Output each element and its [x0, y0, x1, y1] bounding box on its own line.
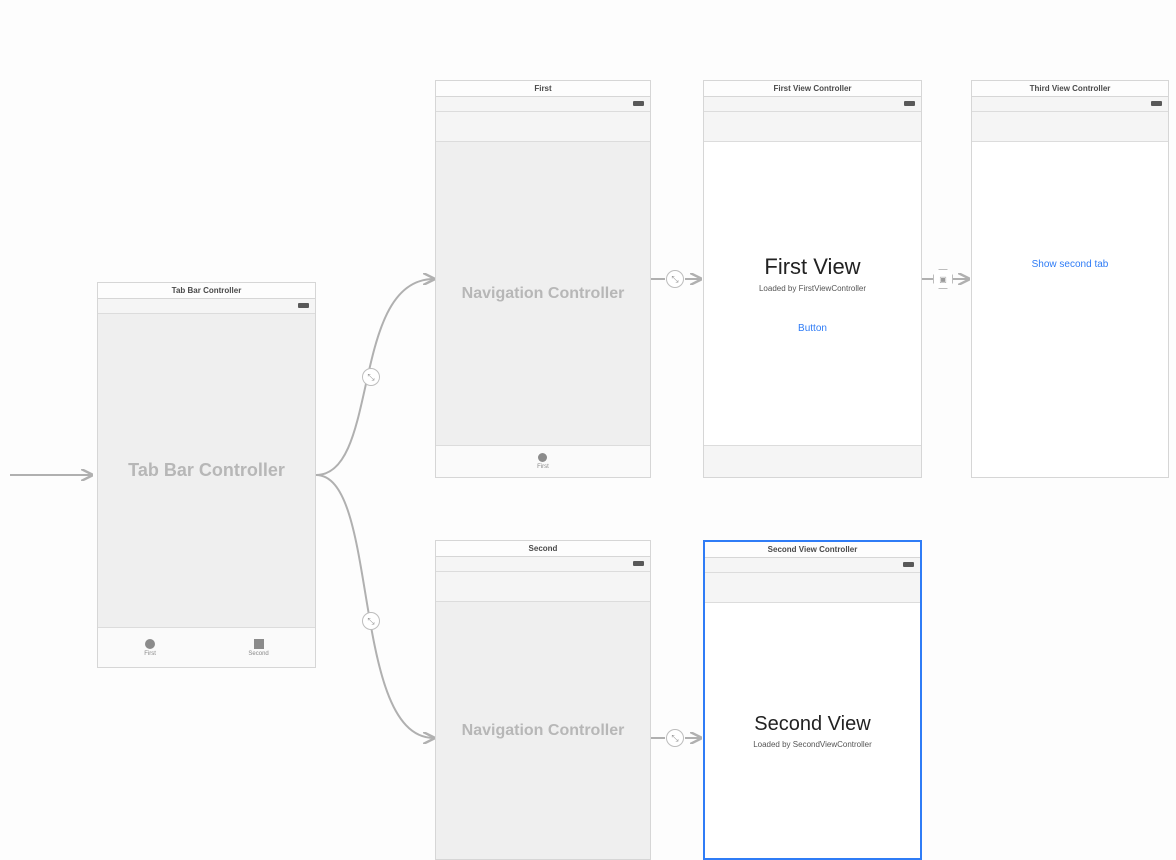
battery-icon [633, 561, 644, 566]
tab-label: First [537, 464, 549, 470]
tab-bar-placeholder [704, 445, 921, 477]
scene-title: First [436, 81, 650, 97]
status-bar [705, 558, 920, 573]
placeholder-label: Tab Bar Controller [128, 460, 285, 481]
scene-title: Tab Bar Controller [98, 283, 315, 299]
scene-content: Second View Loaded by SecondViewControll… [705, 603, 920, 858]
status-bar [98, 299, 315, 314]
scene-navigation-controller-first[interactable]: First Navigation Controller First [435, 80, 651, 478]
subline-label: Loaded by FirstViewController [759, 284, 866, 293]
scene-tab-bar-controller[interactable]: Tab Bar Controller Tab Bar Controller Fi… [97, 282, 316, 668]
navigation-bar [436, 572, 650, 602]
placeholder-label: Navigation Controller [462, 285, 625, 303]
navigation-bar [972, 112, 1168, 142]
tab-bar: First [436, 445, 650, 477]
headline-label: Second View [754, 713, 870, 736]
battery-icon [298, 303, 309, 308]
navigation-bar [705, 573, 920, 603]
scene-title: Second View Controller [705, 542, 920, 558]
segue-root-icon[interactable]: ⤡ [666, 270, 684, 288]
scene-content: Show second tab [972, 142, 1168, 477]
segue-relationship-icon[interactable]: ⤡ [362, 612, 380, 630]
status-bar [972, 97, 1168, 112]
scene-third-view-controller[interactable]: Third View Controller Show second tab [971, 80, 1169, 478]
tab-item-second[interactable]: Second [248, 639, 268, 657]
battery-icon [903, 562, 914, 567]
circle-icon [538, 453, 547, 462]
placeholder-label: Navigation Controller [462, 722, 625, 740]
scene-title: First View Controller [704, 81, 921, 97]
scene-content: Navigation Controller [436, 142, 650, 445]
scene-first-view-controller[interactable]: First View Controller First View Loaded … [703, 80, 922, 478]
scene-content: Navigation Controller [436, 602, 650, 859]
headline-label: First View [764, 254, 860, 280]
tab-item-first[interactable]: First [144, 639, 156, 657]
battery-icon [904, 101, 915, 106]
scene-content: Tab Bar Controller [98, 314, 315, 627]
tab-bar: First Second [98, 627, 315, 667]
segue-show-icon[interactable]: ▣ [933, 269, 953, 289]
show-second-tab-button[interactable]: Show second tab [1032, 259, 1109, 270]
status-bar [436, 557, 650, 572]
square-icon [254, 639, 264, 649]
tab-item-first[interactable]: First [537, 453, 549, 470]
navigation-bar [704, 112, 921, 142]
scene-title: Second [436, 541, 650, 557]
scene-title: Third View Controller [972, 81, 1168, 97]
segue-relationship-icon[interactable]: ⤡ [362, 368, 380, 386]
status-bar [436, 97, 650, 112]
tab-label: Second [248, 651, 268, 657]
scene-navigation-controller-second[interactable]: Second Navigation Controller [435, 540, 651, 860]
button[interactable]: Button [798, 323, 827, 334]
tab-label: First [144, 651, 156, 657]
circle-icon [145, 639, 155, 649]
subline-label: Loaded by SecondViewController [753, 740, 872, 749]
status-bar [704, 97, 921, 112]
segue-root-icon[interactable]: ⤡ [666, 729, 684, 747]
battery-icon [1151, 101, 1162, 106]
scene-second-view-controller[interactable]: Second View Controller Second View Loade… [703, 540, 922, 860]
battery-icon [633, 101, 644, 106]
navigation-bar [436, 112, 650, 142]
scene-content: First View Loaded by FirstViewController… [704, 142, 921, 445]
